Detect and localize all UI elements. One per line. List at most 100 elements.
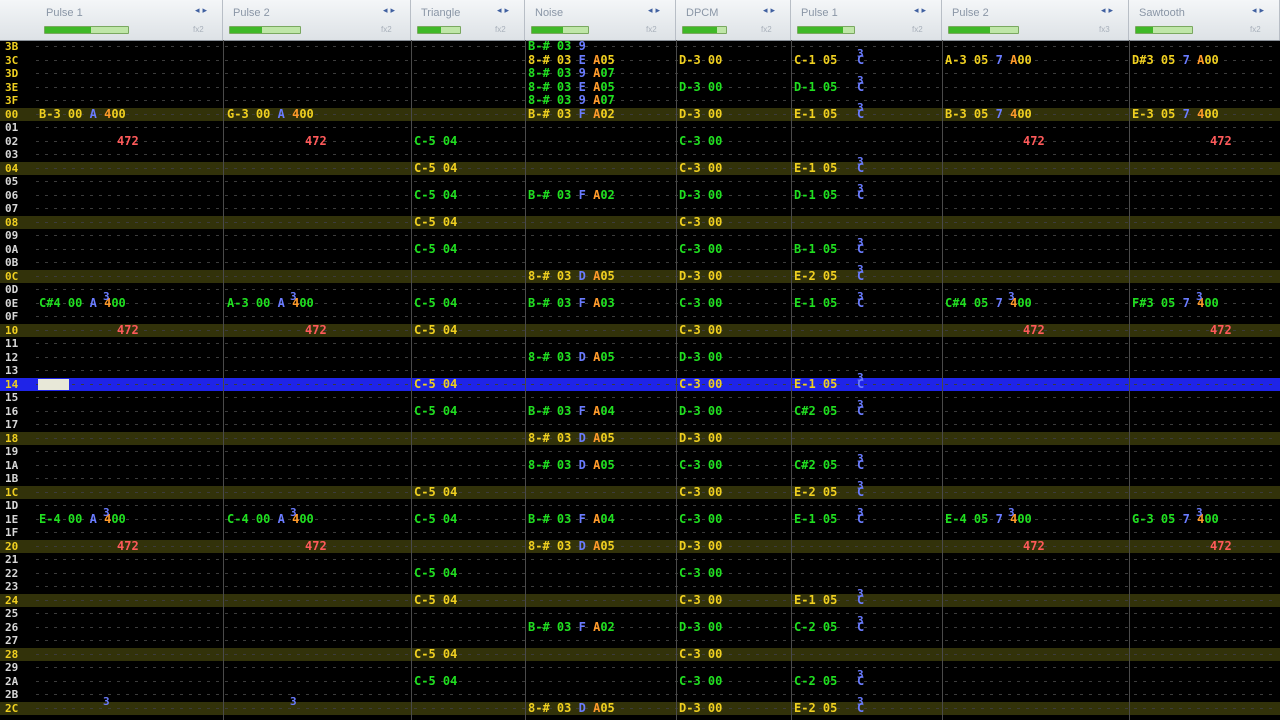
note-cell[interactable]: C-3 00 xyxy=(679,674,722,688)
note-cell[interactable]: C-3 00 xyxy=(679,215,722,229)
pattern-row[interactable]: 05 xyxy=(0,175,1280,189)
pattern-row[interactable]: 1C xyxy=(0,485,1280,499)
pattern-row[interactable]: 27 xyxy=(0,634,1280,648)
note-cell[interactable]: C-1 05 xyxy=(794,53,837,67)
effect-cell[interactable]: 472 xyxy=(1023,134,1045,148)
pattern-row[interactable]: 1B xyxy=(0,472,1280,486)
note-cell[interactable]: E-1 05 xyxy=(794,377,837,391)
pattern-row[interactable]: 3E xyxy=(0,81,1280,95)
note-cell[interactable]: C-5 04 xyxy=(414,647,457,661)
note-cell[interactable]: C#4 05 7 400 xyxy=(945,296,1032,310)
note-cell[interactable]: C-5 04 xyxy=(414,134,457,148)
note-cell[interactable]: 8-# 03 D A05 xyxy=(528,539,615,553)
note-cell[interactable]: C-3 00 xyxy=(679,485,722,499)
channel-header[interactable]: Pulse 2 ◂▸ fx3 xyxy=(942,0,1129,40)
channel-header[interactable]: Pulse 1 ◂▸ fx2 xyxy=(791,0,942,40)
note-cell[interactable]: B-# 03 F A04 xyxy=(528,404,615,418)
note-cell[interactable]: C-5 04 xyxy=(414,296,457,310)
note-cell[interactable]: C-5 04 xyxy=(414,593,457,607)
note-cell[interactable]: 8-# 03 D A05 xyxy=(528,701,615,715)
channel-header[interactable]: Pulse 1 ◂▸ fx2 xyxy=(0,0,223,40)
note-cell[interactable]: E-2 05 xyxy=(794,269,837,283)
note-cell[interactable]: D-3 00 xyxy=(679,350,722,364)
note-cell[interactable]: B-# 03 9 xyxy=(528,40,586,53)
note-cell[interactable]: D-3 00 xyxy=(679,53,722,67)
note-cell[interactable]: 8-# 03 D A05 xyxy=(528,431,615,445)
pattern-row[interactable]: 11 xyxy=(0,337,1280,351)
pattern-row[interactable]: 12 xyxy=(0,351,1280,365)
note-cell[interactable]: C-5 04 xyxy=(414,377,457,391)
channel-arrows-icon[interactable]: ◂▸ xyxy=(383,6,398,16)
pattern-row[interactable]: 17 xyxy=(0,418,1280,432)
note-cell[interactable]: E-1 05 xyxy=(794,161,837,175)
effect-cell[interactable]: 472 xyxy=(1023,323,1045,337)
effect-cell[interactable]: 472 xyxy=(305,539,327,553)
effect-cell[interactable]: 472 xyxy=(1210,539,1232,553)
fx-column-label[interactable]: fx2 xyxy=(761,25,772,34)
pattern-row[interactable]: 07 xyxy=(0,202,1280,216)
pattern-row[interactable]: 3F xyxy=(0,94,1280,108)
note-cell[interactable]: E-1 05 xyxy=(794,593,837,607)
pattern-row[interactable]: 0C xyxy=(0,269,1280,283)
pattern-row[interactable]: 10 xyxy=(0,323,1280,337)
pattern-row[interactable]: 0B xyxy=(0,256,1280,270)
note-cell[interactable]: C-3 00 xyxy=(679,593,722,607)
channel-arrows-icon[interactable]: ◂▸ xyxy=(763,6,778,16)
effect-cell[interactable]: 472 xyxy=(1210,323,1232,337)
note-cell[interactable]: C-5 04 xyxy=(414,242,457,256)
note-cell[interactable]: C-5 04 xyxy=(414,512,457,526)
note-cell[interactable]: E-2 05 xyxy=(794,485,837,499)
note-cell[interactable]: B-# 03 F A02 xyxy=(528,188,615,202)
pattern-row[interactable]: 25 xyxy=(0,607,1280,621)
channel-header[interactable]: Sawtooth ◂▸ fx2 xyxy=(1129,0,1280,40)
note-cell[interactable]: B-3 05 7 400 xyxy=(945,107,1032,121)
note-cell[interactable]: E-3 05 7 400 xyxy=(1132,107,1219,121)
note-cell[interactable]: A-3 05 7 A00 xyxy=(945,53,1032,67)
effect-cell[interactable]: 472 xyxy=(305,134,327,148)
note-cell[interactable]: 8-# 03 E A05 xyxy=(528,53,615,67)
pattern-row[interactable]: 21 xyxy=(0,553,1280,567)
note-cell[interactable]: D-1 05 xyxy=(794,80,837,94)
pattern-row[interactable]: 3B xyxy=(0,40,1280,54)
note-cell[interactable]: C-5 04 xyxy=(414,323,457,337)
channel-arrows-icon[interactable]: ◂▸ xyxy=(914,6,929,16)
note-cell[interactable]: C-5 04 xyxy=(414,188,457,202)
channel-arrows-icon[interactable]: ◂▸ xyxy=(497,6,512,16)
note-cell[interactable]: E-1 05 xyxy=(794,296,837,310)
note-cell[interactable]: 8-# 03 D A05 xyxy=(528,269,615,283)
pattern-row[interactable]: 14 xyxy=(0,377,1280,391)
pattern-row[interactable]: 01 xyxy=(0,121,1280,135)
pattern-row[interactable]: 26 xyxy=(0,621,1280,635)
pattern-row[interactable]: 3C xyxy=(0,54,1280,68)
note-cell[interactable]: C-5 04 xyxy=(414,404,457,418)
fx-column-label[interactable]: fx2 xyxy=(1250,25,1261,34)
channel-header[interactable]: DPCM ◂▸ fx2 xyxy=(676,0,791,40)
pattern-row[interactable]: 06 xyxy=(0,189,1280,203)
pattern-row[interactable]: 16 xyxy=(0,405,1280,419)
note-cell[interactable]: C#2 05 xyxy=(794,458,837,472)
note-cell[interactable]: F#3 05 7 400 xyxy=(1132,296,1219,310)
pattern-row[interactable]: 29 xyxy=(0,661,1280,675)
note-cell[interactable]: C-3 00 xyxy=(679,161,722,175)
note-cell[interactable]: D-1 05 xyxy=(794,188,837,202)
note-cell[interactable]: C-2 05 xyxy=(794,620,837,634)
pattern-row[interactable]: 0D xyxy=(0,283,1280,297)
channel-header[interactable]: Noise ◂▸ fx2 xyxy=(525,0,676,40)
note-cell[interactable]: 8-# 03 E A05 xyxy=(528,80,615,94)
pattern-row[interactable]: 24 xyxy=(0,593,1280,607)
effect-cell[interactable]: 472 xyxy=(117,134,139,148)
pattern-row[interactable]: 1D xyxy=(0,499,1280,513)
note-cell[interactable]: C-3 00 xyxy=(679,323,722,337)
note-cell[interactable]: D-3 00 xyxy=(679,107,722,121)
pattern-row[interactable]: 0A xyxy=(0,243,1280,257)
pattern-row[interactable]: 28 xyxy=(0,647,1280,661)
effect-cell[interactable]: 472 xyxy=(117,539,139,553)
note-cell[interactable]: C-5 04 xyxy=(414,161,457,175)
note-cell[interactable]: D-3 00 xyxy=(679,404,722,418)
pattern-row[interactable]: 0F xyxy=(0,310,1280,324)
note-cell[interactable]: A-3 00 A 400 xyxy=(227,296,314,310)
note-cell[interactable]: D-3 00 xyxy=(679,539,722,553)
note-cell[interactable]: 8-# 03 D A05 xyxy=(528,350,615,364)
pattern-row[interactable]: 23 xyxy=(0,580,1280,594)
channel-arrows-icon[interactable]: ◂▸ xyxy=(648,6,663,16)
